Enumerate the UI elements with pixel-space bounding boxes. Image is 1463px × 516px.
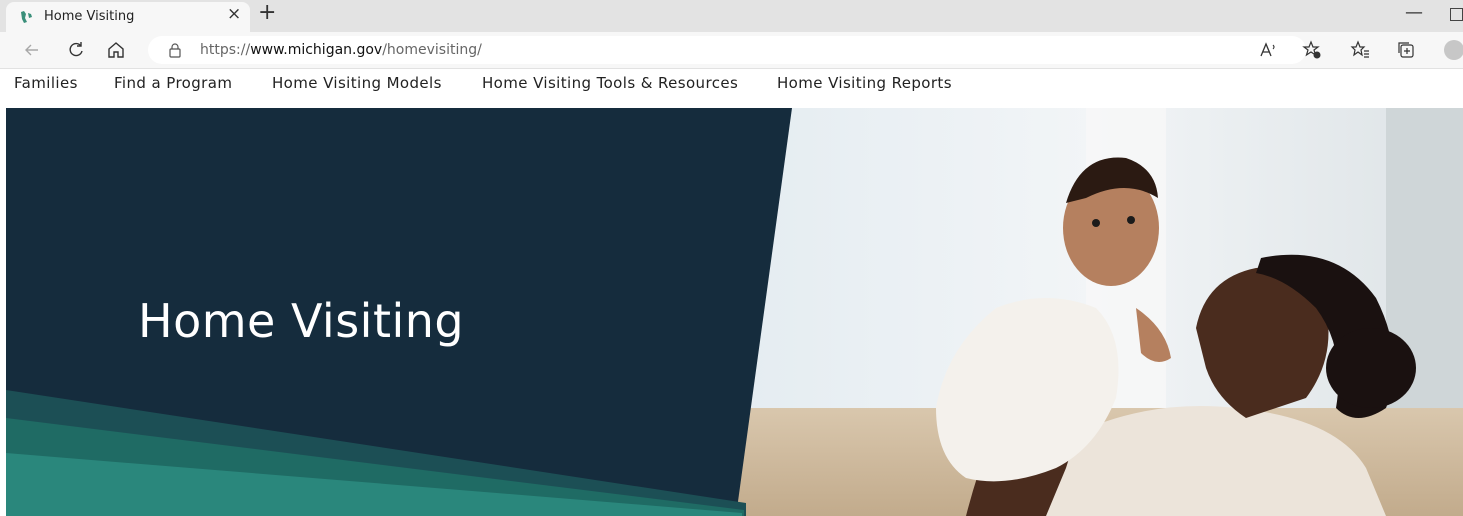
lock-icon[interactable] bbox=[168, 42, 182, 58]
home-icon[interactable] bbox=[106, 40, 126, 60]
address-bar[interactable]: https://www.michigan.gov/homevisiting/ bbox=[148, 36, 1306, 64]
site-nav: Families Find a Program Home Visiting Mo… bbox=[0, 69, 1463, 105]
browser-tab[interactable]: Home Visiting × bbox=[6, 2, 250, 32]
url-host: www.michigan.gov bbox=[250, 42, 383, 58]
read-aloud-icon[interactable] bbox=[1258, 40, 1278, 60]
favorites-icon[interactable] bbox=[1350, 40, 1370, 60]
browser-toolbar: https://www.michigan.gov/homevisiting/ bbox=[0, 32, 1463, 69]
mother-kissing-baby-photo bbox=[726, 108, 1463, 516]
nav-item-home-visiting-models[interactable]: Home Visiting Models bbox=[272, 74, 442, 92]
browser-tab-strip: Home Visiting × + — bbox=[0, 0, 1463, 32]
nav-item-families[interactable]: Families bbox=[14, 74, 78, 92]
hero-title: Home Visiting bbox=[138, 293, 465, 348]
tab-close-icon[interactable]: × bbox=[227, 6, 241, 23]
refresh-icon[interactable] bbox=[66, 40, 86, 60]
hero-banner: Home Visiting bbox=[6, 108, 1463, 516]
tab-title: Home Visiting bbox=[44, 9, 135, 24]
collections-icon[interactable] bbox=[1396, 40, 1416, 60]
back-icon[interactable] bbox=[22, 40, 42, 60]
url-path: /homevisiting/ bbox=[382, 42, 482, 58]
url-scheme: https:// bbox=[200, 42, 251, 58]
minimize-icon[interactable]: — bbox=[1405, 2, 1423, 23]
michigan-favicon-icon bbox=[21, 11, 32, 23]
nav-item-home-visiting-tools-resources[interactable]: Home Visiting Tools & Resources bbox=[482, 74, 738, 92]
url-text[interactable]: https://www.michigan.gov/homevisiting/ bbox=[200, 42, 482, 58]
nav-item-find-a-program[interactable]: Find a Program bbox=[114, 74, 232, 92]
profile-avatar[interactable] bbox=[1444, 40, 1463, 60]
new-tab-icon[interactable]: + bbox=[258, 2, 276, 24]
nav-item-home-visiting-reports[interactable]: Home Visiting Reports bbox=[777, 74, 952, 92]
maximize-icon[interactable] bbox=[1450, 8, 1463, 21]
add-favorite-icon[interactable] bbox=[1302, 40, 1322, 60]
